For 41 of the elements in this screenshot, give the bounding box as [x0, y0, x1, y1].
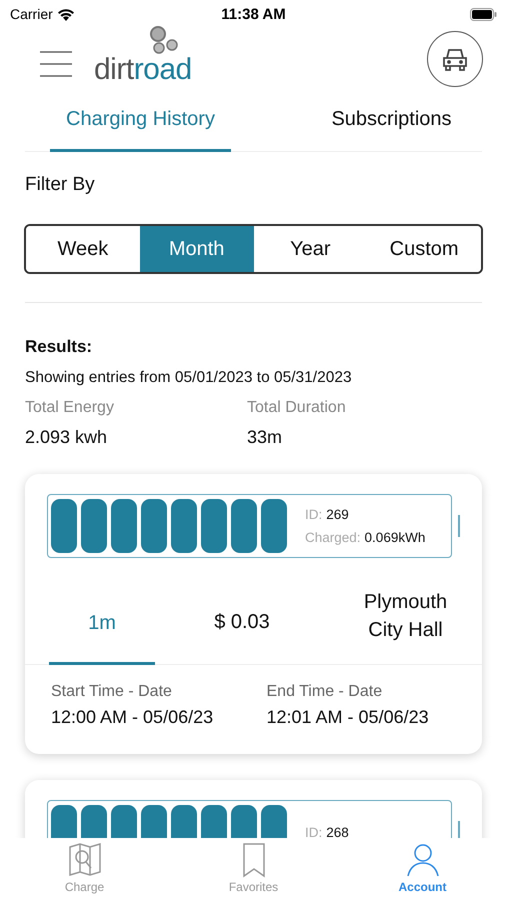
- status-time: 11:38 AM: [221, 6, 286, 22]
- wifi-icon: [56, 8, 75, 20]
- location-text: Plymouth City Hall: [329, 588, 482, 665]
- battery-cell: [201, 499, 227, 553]
- battery-icon: [470, 8, 497, 20]
- battery-cell: [111, 499, 137, 553]
- stat-value: 33m: [247, 427, 284, 448]
- battery-cell: [231, 499, 257, 553]
- battery-cell: [81, 499, 107, 553]
- session-card[interactable]: ID: 269 Charged: 0.069kWh 1m $ 0.03 Plymouth City Hall Start Time - Date 12:00 AM - 05/06/23 End Time - Date 12:01 AM - 05/06/23: [25, 474, 482, 754]
- filter-label: Filter By: [25, 174, 96, 196]
- charged-value: 0.069kWh: [364, 530, 426, 545]
- tab[interactable]: Charging History: [50, 94, 231, 152]
- car-icon: [442, 47, 468, 71]
- tab[interactable]: Subscriptions: [301, 94, 482, 152]
- start-label: Start Time - Date: [51, 683, 173, 701]
- battery-cell: [51, 499, 77, 553]
- id-value: 268: [326, 824, 349, 838]
- results-title: Results:: [25, 337, 94, 357]
- stat-value: 2.093 kwh: [25, 427, 108, 448]
- menu-icon[interactable]: [40, 51, 72, 77]
- session-card[interactable]: ID: 268: [25, 780, 482, 838]
- stat-label: Total Duration: [247, 399, 347, 417]
- start-time: 12:00 AM - 05/06/23: [51, 707, 214, 728]
- battery-cell: [141, 499, 167, 553]
- logo: dirtroad: [94, 53, 192, 86]
- id-label: ID:: [305, 824, 322, 838]
- stat-label: Total Energy: [25, 399, 115, 417]
- id-value: 269: [326, 507, 349, 522]
- price-text: $ 0.03: [213, 611, 271, 635]
- end-label: End Time - Date: [266, 683, 384, 701]
- battery-cell: [261, 499, 287, 553]
- charged-label: Charged:: [305, 530, 361, 545]
- date-range-text: Showing entries from 05/01/2023 to 05/31/2023: [25, 369, 353, 387]
- duration-tab[interactable]: 1m: [49, 588, 155, 665]
- battery-cell: [171, 499, 197, 553]
- end-time: 12:01 AM - 05/06/23: [266, 707, 430, 728]
- period-option[interactable]: Month: [140, 226, 254, 272]
- nav-tab[interactable]: Account: [338, 838, 507, 900]
- id-label: ID:: [305, 507, 322, 522]
- carrier-name: Carrier: [10, 6, 53, 22]
